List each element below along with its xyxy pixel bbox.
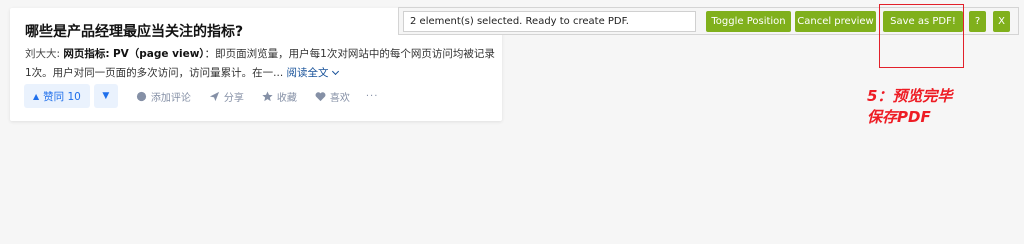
excerpt-term: 网页指标: (63, 48, 110, 60)
question-title[interactable]: 哪些是产品经理最应当关注的指标? (25, 21, 243, 41)
answer-actions: ▲ 赞同 10 ▼ 添加评论 分享 收藏 喜欢 ··· (24, 84, 378, 108)
collect-button[interactable]: 收藏 (262, 89, 297, 104)
triangle-down-icon: ▼ (102, 91, 110, 101)
excerpt-term-en: PV（page view） (112, 48, 205, 60)
selection-status: 2 element(s) selected. Ready to create P… (403, 11, 696, 32)
like-label: 喜欢 (329, 92, 350, 104)
pdf-toolbar: 2 element(s) selected. Ready to create P… (398, 7, 1019, 35)
comment-icon (136, 91, 146, 101)
cancel-preview-button[interactable]: Cancel preview (795, 11, 876, 32)
share-button[interactable]: 分享 (209, 89, 244, 104)
triangle-up-icon: ▲ (33, 91, 40, 101)
upvote-button[interactable]: ▲ 赞同 10 (24, 84, 90, 108)
share-icon (209, 91, 219, 101)
collect-label: 收藏 (276, 92, 297, 104)
like-button[interactable]: 喜欢 (315, 89, 350, 104)
star-icon (262, 90, 273, 101)
annotation-line-1: 5：预览完毕 (867, 87, 953, 105)
toggle-position-button[interactable]: Toggle Position (706, 11, 791, 32)
comment-button[interactable]: 添加评论 (136, 89, 191, 104)
read-more-link[interactable]: 阅读全文 (286, 67, 339, 79)
comment-label: 添加评论 (150, 92, 191, 104)
upvote-label: 赞同 10 (43, 90, 81, 103)
author-name[interactable]: 刘大大: (25, 48, 60, 60)
chevron-down-icon (331, 67, 339, 76)
downvote-button[interactable]: ▼ (93, 84, 118, 108)
close-button[interactable]: X (993, 11, 1010, 32)
save-as-pdf-button[interactable]: Save as PDF! (883, 11, 963, 32)
more-options-button[interactable]: ··· (366, 91, 379, 102)
help-button[interactable]: ? (969, 11, 986, 32)
answer-excerpt[interactable]: 刘大大: 网页指标: PV（page view）：即页面浏览量，用户每1次对网站… (25, 45, 495, 83)
annotation-note: 5：预览完毕 保存PDF (867, 86, 952, 128)
heart-icon (315, 91, 326, 101)
share-label: 分享 (223, 92, 244, 104)
read-more-label: 阅读全文 (286, 67, 329, 79)
annotation-line-2: 保存PDF (867, 108, 931, 126)
